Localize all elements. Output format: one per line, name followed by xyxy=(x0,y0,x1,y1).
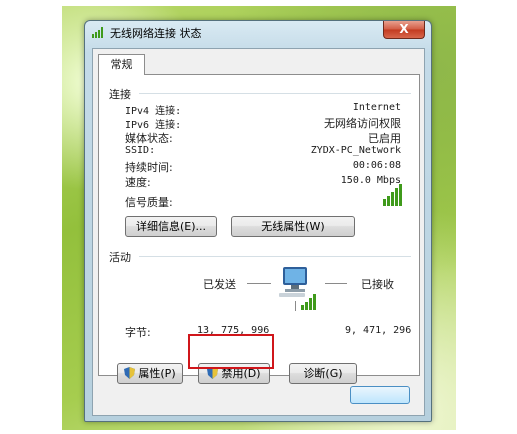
disable-highlight-box xyxy=(188,334,274,369)
properties-label: 属性(P) xyxy=(138,367,176,380)
received-line xyxy=(325,283,347,284)
received-label: 已接收 xyxy=(361,278,394,291)
close-button[interactable]: X xyxy=(383,21,425,39)
tab-general[interactable]: 常规 xyxy=(98,54,145,75)
ipv4-value: Internet xyxy=(352,102,401,113)
wireless-properties-button[interactable]: 无线属性(W) xyxy=(231,216,355,237)
properties-button[interactable]: 属性(P) xyxy=(117,363,183,384)
activity-heading: 活动 xyxy=(109,251,131,264)
details-button-label: 详细信息(E)... xyxy=(135,220,207,233)
diagnose-label: 诊断(G) xyxy=(303,367,343,380)
wireless-signal-icon xyxy=(92,27,103,38)
ipv6-value: 无网络访问权限 xyxy=(324,117,401,130)
speed-label: 速度: xyxy=(125,176,151,189)
window-title: 无线网络连接 状态 xyxy=(110,27,202,40)
duration-label: 持续时间: xyxy=(125,161,173,174)
bytes-received-value: 9, 471, 296 xyxy=(345,325,412,336)
connection-divider xyxy=(139,93,411,94)
ipv6-label: IPv6 连接: xyxy=(125,120,182,131)
signal-bars-icon xyxy=(383,184,402,206)
media-state-label: 媒体状态: xyxy=(125,132,173,145)
ssid-label: SSID: xyxy=(125,145,156,156)
general-panel: 连接 IPv4 连接: Internet IPv6 连接: 无网络访问权限 媒体… xyxy=(98,74,420,384)
activity-divider xyxy=(139,256,411,257)
ssid-value: ZYDX-PC_Network xyxy=(310,145,401,156)
bytes-label: 字节: xyxy=(125,326,151,339)
close-dialog-button[interactable] xyxy=(350,386,410,404)
close-icon: X xyxy=(399,22,409,36)
sent-label: 已发送 xyxy=(203,278,236,291)
diagnose-button[interactable]: 诊断(G) xyxy=(289,363,357,384)
title-bar[interactable]: 无线网络连接 状态 X xyxy=(85,21,431,43)
shield-icon xyxy=(124,367,136,379)
network-computer-icon xyxy=(279,267,316,311)
connection-heading: 连接 xyxy=(109,88,131,101)
media-state-value: 已启用 xyxy=(368,132,401,145)
wireless-properties-label: 无线属性(W) xyxy=(261,220,325,233)
tab-general-label: 常规 xyxy=(110,58,133,71)
duration-value: 00:06:08 xyxy=(352,160,401,171)
sent-line xyxy=(247,283,271,284)
details-button[interactable]: 详细信息(E)... xyxy=(125,216,217,237)
ipv4-label: IPv4 连接: xyxy=(125,106,182,117)
signal-quality-label: 信号质量: xyxy=(125,196,173,209)
